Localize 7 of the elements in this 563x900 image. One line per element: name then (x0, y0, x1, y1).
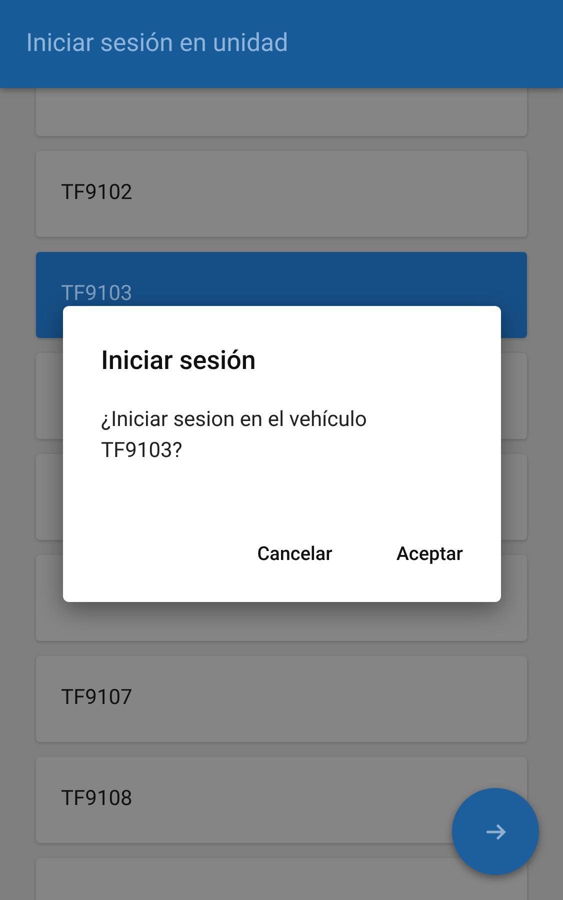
unit-label: TF9103 (61, 281, 132, 308)
dialog-message: ¿Iniciar sesion en el vehículo TF9103? (101, 407, 368, 465)
app-bar-title: Iniciar sesión en unidad (26, 28, 288, 60)
unit-label: TF9107 (61, 685, 132, 712)
unit-label: TF9102 (61, 180, 132, 208)
dialog-title: Iniciar sesión (101, 345, 257, 378)
unit-label: TF9108 (61, 786, 132, 814)
